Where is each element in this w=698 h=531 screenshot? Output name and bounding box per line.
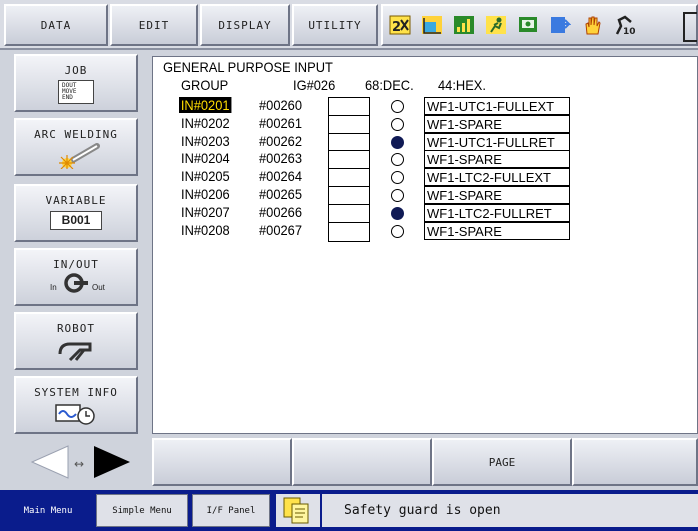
partial-icon xyxy=(683,12,697,42)
function-key-4[interactable] xyxy=(572,438,698,486)
input-id[interactable]: IN#0206 xyxy=(181,186,230,202)
io-row[interactable]: IN#0205 #00264 WF1-LTC2-FULLEXT xyxy=(153,168,693,189)
signal-name: WF1-UTC1-FULLRET xyxy=(424,132,570,151)
data-menu-button[interactable]: DATA xyxy=(4,4,108,46)
display-menu-button[interactable]: DISPLAY xyxy=(200,4,290,46)
signal-name: WF1-SPARE xyxy=(424,114,570,133)
inout-menu-button[interactable]: IN/OUT In Out xyxy=(14,248,138,306)
robot-10-icon[interactable]: 10 xyxy=(613,14,635,36)
io-row[interactable]: IN#0206 #00265 WF1-SPARE xyxy=(153,186,693,206)
input-address: #00264 xyxy=(259,168,302,185)
simple-menu-button[interactable]: Simple Menu xyxy=(96,494,188,527)
signal-name: WF1-SPARE xyxy=(424,186,570,204)
robot-menu-button[interactable]: ROBOT xyxy=(14,312,138,370)
status-lamp-off xyxy=(391,117,404,131)
io-arrow-icon xyxy=(64,273,88,293)
input-id[interactable]: IN#0205 xyxy=(181,168,230,184)
group-id: IG#026 xyxy=(293,77,336,93)
io-row[interactable]: IN#0204 #00263 WF1-SPARE xyxy=(153,150,693,171)
in-label: In xyxy=(50,283,57,292)
input-address: #00260 xyxy=(259,97,302,113)
variable-b001-field: B001 xyxy=(50,211,102,230)
arc-welding-menu-button[interactable]: ARC WELDING xyxy=(14,118,138,176)
input-id[interactable]: IN#0207 xyxy=(181,204,230,220)
input-address: #00261 xyxy=(259,114,302,131)
signal-name: WF1-LTC2-FULLRET xyxy=(424,203,570,222)
status-icon-strip: 2 10 xyxy=(381,4,698,46)
input-address: #00263 xyxy=(259,150,302,167)
system-info-label: SYSTEM INFO xyxy=(34,386,118,399)
input-id[interactable]: IN#0202 xyxy=(181,115,230,131)
robot-label: ROBOT xyxy=(56,322,96,335)
utility-menu-button[interactable]: UTILITY xyxy=(292,4,378,46)
group-hex: 44:HEX. xyxy=(438,77,486,93)
signal-bars-icon[interactable] xyxy=(453,14,475,36)
svg-text:2: 2 xyxy=(392,20,401,35)
status-lamp-on xyxy=(391,206,404,220)
input-address: #00267 xyxy=(259,221,302,238)
welding-torch-icon xyxy=(59,143,100,169)
io-row[interactable]: IN#0203 #00262 WF1-UTC1-FULLRET xyxy=(153,132,693,153)
status-lamp-off xyxy=(391,224,404,238)
signal-name: WF1-LTC2-FULLEXT xyxy=(424,168,570,187)
out-label: Out xyxy=(92,283,105,292)
system-info-icon xyxy=(55,404,95,425)
system-info-menu-button[interactable]: SYSTEM INFO xyxy=(14,376,138,434)
input-address: #00262 xyxy=(259,132,302,149)
input-id[interactable]: IN#0201 xyxy=(179,97,232,113)
io-row[interactable]: IN#0208 #00267 WF1-SPARE xyxy=(153,221,693,242)
signal-name: WF1-SPARE xyxy=(424,150,570,169)
input-address: #00266 xyxy=(259,203,302,220)
page-button[interactable]: PAGE xyxy=(432,438,572,486)
input-id[interactable]: IN#0203 xyxy=(181,133,230,149)
status-lamp-off xyxy=(391,153,404,167)
function-key-1[interactable] xyxy=(152,438,292,486)
speed-2x-icon[interactable]: 2 xyxy=(389,14,411,36)
input-address: #00265 xyxy=(259,186,302,202)
job-document-icon: DOUT MOVE END xyxy=(58,80,94,104)
status-lamp-off xyxy=(391,189,404,202)
variable-menu-button[interactable]: VARIABLE B001 xyxy=(14,184,138,242)
group-decimal: 68:DEC. xyxy=(365,77,414,93)
value-box[interactable] xyxy=(328,221,370,242)
edit-menu-button[interactable]: EDIT xyxy=(110,4,198,46)
arc-welding-label: ARC WELDING xyxy=(34,128,118,141)
edit-page-icon[interactable] xyxy=(549,14,571,36)
monitor-icon[interactable] xyxy=(517,14,539,36)
variable-label: VARIABLE xyxy=(45,194,107,207)
signal-name: WF1-UTC1-FULLEXT xyxy=(424,97,570,115)
hand-icon[interactable] xyxy=(581,14,603,36)
svg-text:10: 10 xyxy=(623,27,635,36)
io-row[interactable]: IN#0207 #00266 WF1-LTC2-FULLRET xyxy=(153,203,693,224)
running-person-icon[interactable] xyxy=(485,14,507,36)
status-lamp-on xyxy=(391,135,404,149)
job-label: JOB xyxy=(64,64,88,77)
inout-icon: In Out xyxy=(16,271,136,297)
arrow-separator-icon: ↔ xyxy=(74,457,84,471)
if-panel-button[interactable]: I/F Panel xyxy=(192,494,270,527)
input-id[interactable]: IN#0204 xyxy=(181,150,230,166)
status-lamp-off xyxy=(391,171,404,185)
group-label: GROUP xyxy=(181,77,229,93)
inout-label: IN/OUT xyxy=(53,258,99,271)
page-arrows: ↔ xyxy=(12,438,150,486)
page-title: GENERAL PURPOSE INPUT xyxy=(163,59,333,75)
job-menu-button[interactable]: JOB DOUT MOVE END xyxy=(14,54,138,112)
input-id[interactable]: IN#0208 xyxy=(181,222,230,238)
status-message: Safety guard is open xyxy=(322,494,698,527)
copy-document-icon xyxy=(276,494,320,527)
function-key-2[interactable] xyxy=(292,438,432,486)
io-row[interactable]: IN#0202 #00261 WF1-SPARE xyxy=(153,114,693,135)
chart-icon[interactable] xyxy=(421,14,443,36)
io-row[interactable]: IN#0201 #00260 WF1-UTC1-FULLEXT xyxy=(153,97,693,117)
status-lamp-off xyxy=(391,100,404,113)
main-menu-button[interactable]: Main Menu xyxy=(4,494,92,527)
robot-arm-icon xyxy=(58,342,92,362)
io-content-panel: GENERAL PURPOSE INPUT GROUP IG#026 68:DE… xyxy=(152,56,698,434)
signal-name: WF1-SPARE xyxy=(424,221,570,240)
